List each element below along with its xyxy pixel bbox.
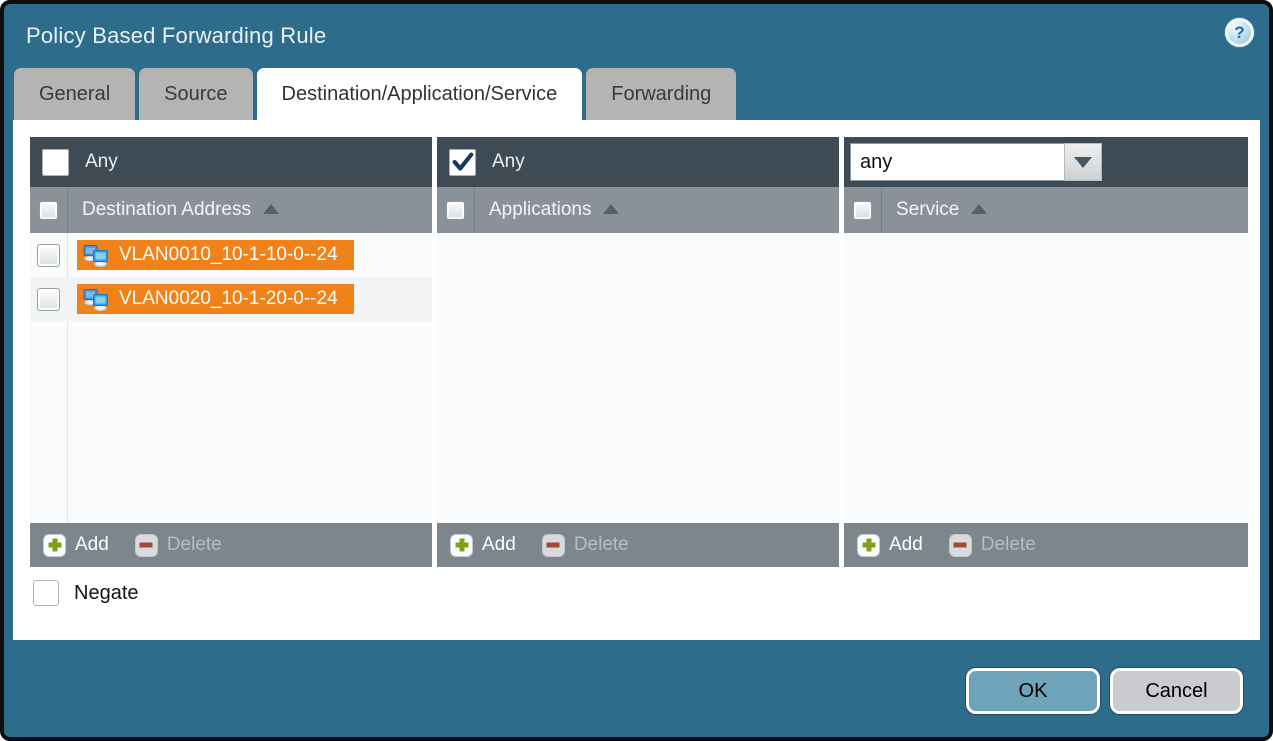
tab-general[interactable]: General <box>14 68 135 120</box>
service-type-value[interactable]: any <box>850 143 1064 181</box>
tab-bar: General Source Destination/Application/S… <box>14 68 736 120</box>
cancel-button[interactable]: Cancel <box>1110 668 1243 714</box>
service-list <box>844 233 1248 523</box>
applications-column-header: Applications <box>437 187 839 233</box>
row-checkbox[interactable] <box>37 288 60 311</box>
destination-address-column: Any Destination Address <box>30 137 432 567</box>
destination-any-checkbox[interactable] <box>42 149 69 176</box>
service-select-all-checkbox[interactable] <box>853 201 872 220</box>
negate-checkbox[interactable] <box>33 580 59 606</box>
dropdown-button[interactable] <box>1064 143 1102 181</box>
add-label: Add <box>889 534 923 556</box>
applications-any-bar: Any <box>437 137 839 187</box>
service-header-label[interactable]: Service <box>896 199 959 221</box>
delete-label: Delete <box>574 534 629 556</box>
applications-any-label: Any <box>492 151 525 173</box>
service-any-bar: any <box>844 137 1248 187</box>
address-entry-label: VLAN0020_10-1-20-0--24 <box>119 288 338 310</box>
applications-footer: Add Delete <box>437 523 839 567</box>
row-checkbox[interactable] <box>37 244 60 267</box>
policy-based-forwarding-dialog: Policy Based Forwarding Rule ? General S… <box>0 0 1273 741</box>
negate-row: Negate <box>33 580 139 606</box>
tab-source[interactable]: Source <box>139 68 252 120</box>
destination-any-label: Any <box>85 151 118 173</box>
network-address-icon <box>83 287 110 311</box>
destination-list: VLAN0010_10-1-10-0--24 <box>30 233 432 523</box>
list-item[interactable]: VLAN0010_10-1-10-0--24 <box>30 233 432 277</box>
service-column: any Service <box>844 137 1248 567</box>
row-checkbox-cell <box>30 288 67 311</box>
applications-column: Any Applications Add <box>437 137 839 567</box>
service-header-checkbox-cell <box>844 187 882 233</box>
dialog-title: Policy Based Forwarding Rule <box>26 23 326 49</box>
service-add-button[interactable]: Add <box>857 534 923 557</box>
applications-delete-button[interactable]: Delete <box>542 534 629 557</box>
service-delete-button[interactable]: Delete <box>949 534 1036 557</box>
destination-header-checkbox-cell <box>30 187 68 233</box>
service-column-header: Service <box>844 187 1248 233</box>
service-type-dropdown[interactable]: any <box>850 143 1102 181</box>
delete-label: Delete <box>981 534 1036 556</box>
tab-forwarding[interactable]: Forwarding <box>586 68 736 120</box>
applications-header-label[interactable]: Applications <box>489 199 591 221</box>
address-entry-label: VLAN0010_10-1-10-0--24 <box>119 244 338 266</box>
triangle-up-icon <box>603 204 619 214</box>
ok-button[interactable]: OK <box>966 668 1100 714</box>
question-glyph: ? <box>1234 23 1244 43</box>
list-item[interactable]: VLAN0020_10-1-20-0--24 <box>30 277 432 321</box>
add-label: Add <box>482 534 516 556</box>
plus-icon <box>857 534 880 557</box>
network-address-icon <box>83 243 110 267</box>
destination-delete-button[interactable]: Delete <box>135 534 222 557</box>
applications-add-button[interactable]: Add <box>450 534 516 557</box>
applications-list <box>437 233 839 523</box>
applications-select-all-checkbox[interactable] <box>446 201 465 220</box>
destination-column-header: Destination Address <box>30 187 432 233</box>
service-footer: Add Delete <box>844 523 1248 567</box>
address-entry[interactable]: VLAN0020_10-1-20-0--24 <box>77 284 354 314</box>
checkmark-icon <box>450 150 475 175</box>
applications-header-checkbox-cell <box>437 187 475 233</box>
destination-select-all-checkbox[interactable] <box>39 201 58 220</box>
content-panel: Any Destination Address <box>13 120 1260 640</box>
applications-any-checkbox[interactable] <box>449 149 476 176</box>
tab-destination-application-service[interactable]: Destination/Application/Service <box>257 68 583 120</box>
minus-icon <box>949 534 972 557</box>
minus-icon <box>542 534 565 557</box>
triangle-up-icon <box>263 204 279 214</box>
minus-icon <box>135 534 158 557</box>
triangle-down-icon <box>1074 157 1092 168</box>
destination-add-button[interactable]: Add <box>43 534 109 557</box>
help-icon[interactable]: ? <box>1225 18 1254 47</box>
destination-any-bar: Any <box>30 137 432 187</box>
row-checkbox-cell <box>30 244 67 267</box>
destination-header-label[interactable]: Destination Address <box>82 199 251 221</box>
add-label: Add <box>75 534 109 556</box>
negate-label: Negate <box>74 582 139 605</box>
column-container: Any Destination Address <box>30 137 1248 567</box>
plus-icon <box>450 534 473 557</box>
triangle-up-icon <box>971 204 987 214</box>
plus-icon <box>43 534 66 557</box>
address-entry[interactable]: VLAN0010_10-1-10-0--24 <box>77 240 354 270</box>
destination-footer: Add Delete <box>30 523 432 567</box>
delete-label: Delete <box>167 534 222 556</box>
